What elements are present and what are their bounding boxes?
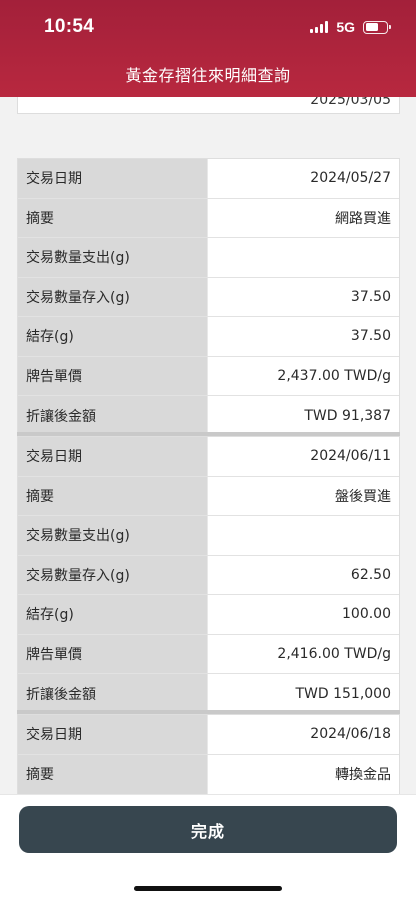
table-row: 牌告單價 2,437.00 TWD/g [18, 356, 399, 396]
row-label: 折讓後金額 [18, 674, 208, 714]
row-value: TWD 91,387 [208, 396, 399, 436]
transaction-record: 交易日期 2024/05/27 摘要 網路買進 交易數量支出(g) 交易數量存入… [17, 158, 400, 437]
home-indicator[interactable] [134, 886, 282, 891]
done-button[interactable]: 完成 [19, 806, 397, 853]
row-value: 2,437.00 TWD/g [208, 356, 399, 395]
row-label: 交易數量支出(g) [18, 516, 208, 555]
table-row: 摘要 盤後買進 [18, 476, 399, 516]
table-row: 結存(g) 37.50 [18, 317, 399, 357]
status-bar: 10:54 5G [0, 0, 416, 54]
row-label: 結存(g) [18, 595, 208, 634]
row-value: 2024/06/11 [208, 437, 399, 476]
row-value: 2024/05/27 [208, 159, 399, 198]
table-row: 交易數量支出(g) [18, 516, 399, 556]
table-row: 牌告單價 2,416.00 TWD/g [18, 634, 399, 674]
row-label: 交易數量存入(g) [18, 277, 208, 316]
table-row: 交易日期 2024/05/27 [18, 159, 399, 199]
row-label: 結存(g) [18, 317, 208, 356]
network-type: 5G [336, 19, 355, 35]
status-time: 10:54 [44, 16, 95, 37]
previous-record-card: 2025/03/05 [17, 97, 400, 114]
row-label: 摘要 [18, 198, 208, 237]
row-value [208, 516, 399, 555]
row-label: 牌告單價 [18, 356, 208, 395]
table-row: 摘要 轉換金品 [18, 754, 399, 794]
transaction-record: 交易日期 2024/06/18 摘要 轉換金品 [17, 714, 400, 794]
row-label: 牌告單價 [18, 634, 208, 673]
row-value: 2024/06/18 [208, 715, 399, 754]
table-row: 摘要 網路買進 [18, 198, 399, 238]
row-value: 轉換金品 [208, 754, 399, 794]
row-label: 交易日期 [18, 437, 208, 476]
table-row: 交易數量支出(g) [18, 238, 399, 278]
row-value: TWD 151,000 [208, 674, 399, 714]
row-value: 盤後買進 [208, 476, 399, 515]
row-label: 交易數量存入(g) [18, 555, 208, 594]
row-value: 網路買進 [208, 198, 399, 237]
table-row: 交易數量存入(g) 37.50 [18, 277, 399, 317]
status-icons: 5G [310, 19, 391, 35]
row-value: 37.50 [208, 277, 399, 316]
table-row: 結存(g) 100.00 [18, 595, 399, 635]
row-label: 交易數量支出(g) [18, 238, 208, 277]
transaction-list[interactable]: 2025/03/05 交易日期 2024/05/27 摘要 網路買進 交易數量支… [0, 97, 416, 794]
app-header: 10:54 5G 黃金存摺往來明細查詢 [0, 0, 416, 97]
footer-bar: 完成 [0, 794, 416, 900]
row-label: 折讓後金額 [18, 396, 208, 436]
battery-icon [363, 20, 391, 34]
page-title: 黃金存摺往來明細查詢 [125, 66, 291, 85]
table-row: 交易日期 2024/06/11 [18, 437, 399, 477]
transaction-record: 交易日期 2024/06/11 摘要 盤後買進 交易數量支出(g) 交易數量存入… [17, 436, 400, 715]
row-value: 37.50 [208, 317, 399, 356]
table-row: 交易日期 2024/06/18 [18, 715, 399, 755]
row-label: 交易日期 [18, 715, 208, 754]
previous-record-date: 2025/03/05 [310, 97, 391, 108]
row-label: 摘要 [18, 476, 208, 515]
table-row: 折讓後金額 TWD 151,000 [18, 674, 399, 714]
row-value: 100.00 [208, 595, 399, 634]
row-label: 摘要 [18, 754, 208, 794]
row-value: 62.50 [208, 555, 399, 594]
row-value [208, 238, 399, 277]
table-row: 折讓後金額 TWD 91,387 [18, 396, 399, 436]
row-value: 2,416.00 TWD/g [208, 634, 399, 673]
signal-icon [310, 21, 329, 33]
row-label: 交易日期 [18, 159, 208, 198]
table-row: 交易數量存入(g) 62.50 [18, 555, 399, 595]
